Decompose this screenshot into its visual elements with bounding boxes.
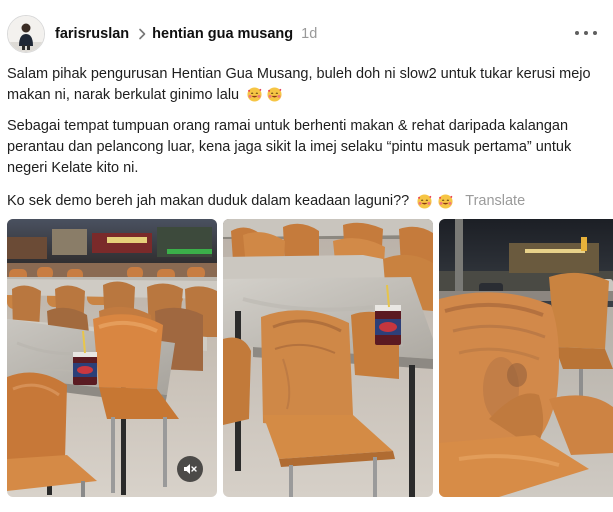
smiling-face-with-hearts-icon [267, 87, 282, 102]
post-age: 1d [301, 26, 318, 42]
author-username[interactable]: farisruslan [55, 26, 129, 42]
post-header: farisruslan hentian gua musang 1d [55, 24, 317, 44]
post-body: Salam pihak pengurusan Hentian Gua Musan… [7, 64, 607, 212]
chevron-right-icon [138, 28, 146, 40]
smiling-face-with-hearts-icon [417, 194, 432, 209]
mute-toggle[interactable] [177, 456, 203, 482]
translate-button[interactable]: Translate [465, 191, 525, 212]
user-avatar-icon [8, 16, 44, 52]
paragraph-3-text: Ko sek demo bereh jah makan duduk dalam … [7, 193, 410, 209]
community-link[interactable]: hentian gua musang [152, 26, 293, 42]
author-avatar[interactable] [7, 15, 45, 53]
smiling-face-with-hearts-icon [438, 194, 453, 209]
media-video-1[interactable] [7, 219, 217, 497]
media-image-2[interactable] [223, 219, 433, 497]
more-options-icon[interactable] [575, 27, 597, 39]
mouldy-chair-photo [439, 219, 613, 497]
paragraph-1-text: Salam pihak pengurusan Hentian Gua Musan… [7, 66, 591, 103]
smiling-face-with-hearts-icon [247, 87, 262, 102]
speaker-muted-icon [184, 464, 197, 474]
post-paragraph-1: Salam pihak pengurusan Hentian Gua Musan… [7, 64, 607, 106]
table-cup-photo [223, 219, 433, 497]
post-paragraph-2: Sebagai tempat tumpuan orang ramai untuk… [7, 118, 572, 176]
media-image-3[interactable] [439, 219, 613, 497]
post-paragraph-3: Ko sek demo bereh jah makan duduk dalam … [7, 191, 607, 212]
food-court-photo [7, 219, 217, 497]
